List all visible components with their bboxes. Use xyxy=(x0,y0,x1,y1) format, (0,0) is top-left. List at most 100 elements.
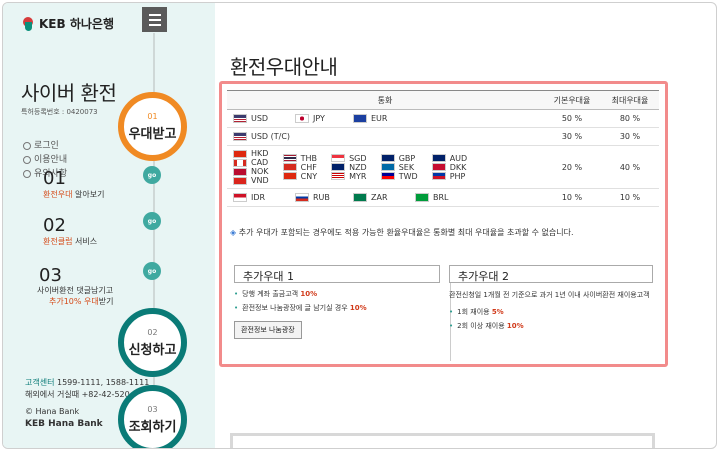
tw-flag-icon xyxy=(380,172,395,180)
max-rate-cell: 10 % xyxy=(601,188,659,207)
currency-cell: IDR RUB ZAR BRL xyxy=(227,188,543,207)
header-basic: 기본우대율 xyxy=(543,90,601,110)
currency-group: AUD DKK PHP xyxy=(431,149,468,185)
ca-flag-icon xyxy=(233,158,247,167)
currency-item: JPY xyxy=(295,114,353,123)
currency-code: SEK xyxy=(398,162,415,172)
flag-stack xyxy=(282,154,297,180)
extra-title: 추가우대 2 xyxy=(449,265,653,283)
za-flag-icon xyxy=(353,193,367,202)
currency-code: BRL xyxy=(433,193,449,202)
bank-logo[interactable]: KEB 하나은행 xyxy=(21,15,114,32)
currency-code: CAD xyxy=(251,158,269,167)
code-stack: AUD DKK PHP xyxy=(450,154,468,181)
go-button-3[interactable]: go xyxy=(143,262,161,280)
link-label: 로그인 xyxy=(34,141,59,151)
substep-2[interactable]: 02 환전클럽 서비스 xyxy=(43,215,97,247)
currency-cell: USD JPY EUR xyxy=(227,109,543,128)
dk-flag-icon xyxy=(431,163,446,171)
substep-number: 02 xyxy=(43,215,66,236)
logo-text: KEB 하나은행 xyxy=(39,17,114,31)
sidebar-link-guide[interactable]: 이용안내 xyxy=(23,153,67,167)
step-number: 03 xyxy=(147,404,158,414)
keb-hana-bank-logo: KEB Hana Bank xyxy=(25,419,103,429)
hana-logo-icon xyxy=(21,16,35,31)
currency-group: THB CHF CNY xyxy=(282,149,317,185)
sidebar: KEB 하나은행 사이버 환전 특허등록번호 : 0420073 로그인 이용안… xyxy=(3,3,215,448)
au-flag-icon xyxy=(431,154,446,162)
ch-flag-icon xyxy=(282,163,297,171)
menu-bar-icon xyxy=(148,13,161,16)
list-item: 2회 이상 재이용 10% xyxy=(449,319,653,333)
go-button-2[interactable]: go xyxy=(143,212,161,230)
substep-rest: 받기 xyxy=(98,297,114,306)
se-flag-icon xyxy=(380,163,395,171)
step-label: 우대받고 xyxy=(128,126,177,142)
table-row: IDR RUB ZAR BRL 10 % 10 % xyxy=(227,188,659,207)
substep-text: 환전클럽 서비스 xyxy=(43,236,97,247)
hamburger-menu-button[interactable] xyxy=(142,7,167,32)
guide-icon xyxy=(23,156,31,164)
basic-rate-cell: 10 % xyxy=(543,188,601,207)
header-currency: 통화 xyxy=(227,90,543,110)
login-icon xyxy=(23,142,31,150)
list-item: 환전정보 나눔광장에 글 남기실 경우 10% xyxy=(234,301,440,315)
currency-item: BRL xyxy=(415,193,475,202)
us-flag-icon xyxy=(233,114,247,123)
nz-flag-icon xyxy=(331,163,346,171)
substep-rest: 서비스 xyxy=(72,237,98,246)
item-rate: 10% xyxy=(506,322,524,330)
list-item: 1회 재이용 5% xyxy=(449,305,653,319)
substep-line1: 사이버환전 댓글남기고 xyxy=(37,286,114,295)
item-text: 2회 이상 재이용 xyxy=(457,322,507,330)
currency-item: ZAR xyxy=(353,193,415,202)
cn-flag-icon xyxy=(282,172,297,180)
step-circle-3[interactable]: 03 조회하기 xyxy=(118,385,187,448)
currency-code: CHF xyxy=(300,162,317,172)
step-number: 01 xyxy=(147,111,158,121)
code-stack: THB CHF CNY xyxy=(301,154,317,181)
currency-code: IDR xyxy=(251,193,266,202)
contact-phones: 1599-1111, 1588-1111 xyxy=(54,378,150,387)
substep-highlight: 추가10% 우대 xyxy=(49,297,99,306)
exchange-forum-button[interactable]: 환전정보 나눔광장 xyxy=(234,321,302,339)
step-label: 조회하기 xyxy=(128,419,177,435)
substep-3[interactable]: 03 사이버환전 댓글남기고 추가10% 우대받기 xyxy=(37,265,114,307)
step-circle-2[interactable]: 02 신청하고 xyxy=(118,308,187,377)
jp-flag-icon xyxy=(295,114,309,123)
id-flag-icon xyxy=(233,193,247,202)
next-section-box xyxy=(230,433,655,448)
basic-rate-cell: 20 % xyxy=(543,145,601,189)
step-circle-1[interactable]: 01 우대받고 xyxy=(118,92,187,161)
item-text: 환전정보 나눔광장에 글 남기실 경우 xyxy=(242,304,350,312)
currency-item: IDR xyxy=(233,193,295,202)
list-item: 당행 계좌 출금고객 10% xyxy=(234,287,440,301)
item-rate: 5% xyxy=(491,308,504,316)
sidebar-link-login[interactable]: 로그인 xyxy=(23,139,67,153)
currency-code: CNY xyxy=(300,171,318,181)
rate-table: 통화 기본우대율 최대우대율 USD JPY EUR 50 % 80 % USD (T/C… xyxy=(227,90,659,207)
menu-bar-icon xyxy=(148,23,161,26)
no-flag-icon xyxy=(233,167,247,176)
table-row: USD (T/C) 30 % 30 % xyxy=(227,127,659,146)
link-label: 이용안내 xyxy=(34,155,68,165)
go-button-1[interactable]: go xyxy=(143,166,161,184)
substep-1[interactable]: 01 환전우대 알아보기 xyxy=(43,168,104,200)
extra-description: 환전신청일 1개월 전 기준으로 과거 1년 이내 사이버환전 재이용고객 xyxy=(449,291,650,299)
gb-flag-icon xyxy=(380,154,395,162)
br-flag-icon xyxy=(415,193,429,202)
menu-bar-icon xyxy=(148,18,161,21)
currency-code: ZAR xyxy=(371,193,388,202)
substep-number: 01 xyxy=(43,168,66,189)
currency-code: RUB xyxy=(313,193,330,202)
item-text: 1회 재이용 xyxy=(457,308,492,316)
max-rate-cell: 40 % xyxy=(601,145,659,189)
currency-code: PHP xyxy=(449,171,466,181)
th-flag-icon xyxy=(282,154,297,162)
flag-stack xyxy=(233,149,247,185)
sidebar-title: 사이버 환전 xyxy=(21,81,117,105)
browser-frame: KEB 하나은행 사이버 환전 특허등록번호 : 0420073 로그인 이용안… xyxy=(2,2,717,449)
currency-group: SGD NZD MYR xyxy=(331,149,367,185)
currency-code: HKD xyxy=(251,149,269,158)
rate-panel: 통화 기본우대율 최대우대율 USD JPY EUR 50 % 80 % USD (T/C… xyxy=(219,81,668,367)
